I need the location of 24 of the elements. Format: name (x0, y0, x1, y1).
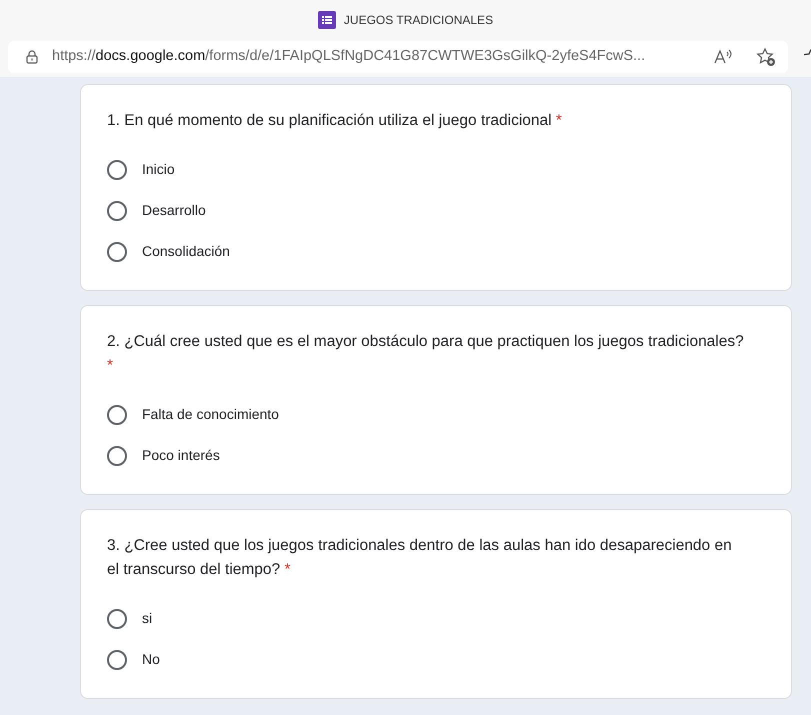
option-label[interactable]: si (142, 608, 152, 629)
address-bar[interactable]: https://docs.google.com/forms/d/e/1FAIpQLSfNgDC41G87CWTWE3GsGilkQ-2yfeS4FcwS... (8, 41, 788, 73)
window-title: JUEGOS TRADICIONALES (344, 12, 494, 29)
radio-button[interactable] (107, 404, 127, 424)
radio-button[interactable] (107, 446, 127, 466)
option-label[interactable]: Inicio (142, 159, 175, 180)
question-text: 2. ¿Cuál cree usted que es el mayor obstáculo para que practiquen los juegos tradicionales? * (107, 332, 745, 376)
option-label[interactable]: Falta de conocimiento (142, 404, 279, 425)
option-label[interactable]: Desarrollo (142, 200, 206, 221)
radio-button[interactable] (107, 242, 127, 262)
favorite-add-icon[interactable] (756, 47, 776, 67)
option-label[interactable]: No (142, 649, 160, 670)
url-text[interactable]: https://docs.google.com/forms/d/e/1FAIpQLSfNgDC41G87CWTWE3GsGilkQ-2yfeS4FcwS... (52, 46, 646, 68)
question-text: 1. En qué momento de su planificación utiliza el juego tradicional * (107, 111, 563, 131)
radio-button[interactable] (107, 650, 127, 670)
question-text: 3. ¿Cree usted que los juegos tradicionales dentro de las aulas han ido desapareciendo en el transcurso del tiempo? * (107, 536, 733, 580)
radio-button[interactable] (107, 200, 127, 220)
read-aloud-icon[interactable] (714, 49, 734, 65)
radio-button[interactable] (107, 160, 127, 180)
option-label[interactable]: Consolidación (142, 241, 230, 262)
lock-icon[interactable] (26, 50, 38, 64)
forms-logo-icon (318, 11, 336, 29)
radio-button[interactable] (107, 608, 127, 628)
option-label[interactable]: Poco interés (142, 445, 220, 466)
